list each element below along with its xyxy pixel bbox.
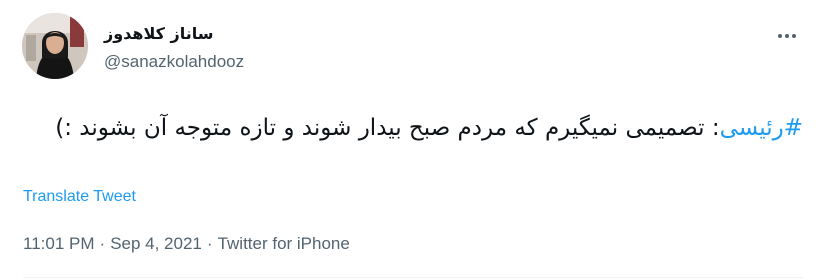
more-dot xyxy=(785,34,789,38)
author-display-name[interactable]: ساناز کلاهدوز xyxy=(104,22,213,46)
author-handle[interactable]: @sanazkolahdooz xyxy=(104,51,244,73)
more-options-icon[interactable] xyxy=(772,26,802,46)
tweet-time[interactable]: 11:01 PM xyxy=(23,234,95,253)
divider xyxy=(23,277,803,278)
more-dot xyxy=(778,34,782,38)
tweet-body: : تصمیمی نمیگیرم که مردم صبح بیدار شوند … xyxy=(55,115,720,141)
tweet-text: #رئیسی: تصمیمی نمیگیرم که مردم صبح بیدار… xyxy=(23,108,803,148)
meta-separator: · xyxy=(206,234,213,253)
tweet-source[interactable]: Twitter for iPhone xyxy=(218,234,350,253)
more-dot xyxy=(792,34,796,38)
translate-tweet-link[interactable]: Translate Tweet xyxy=(23,186,136,208)
tweet-card: ساناز کلاهدوز @sanazkolahdooz #رئیسی: تص… xyxy=(0,0,827,280)
meta-separator: · xyxy=(99,234,106,253)
avatar-photo xyxy=(22,13,88,79)
avatar[interactable] xyxy=(22,13,88,79)
hashtag-link[interactable]: #رئیسی xyxy=(720,115,803,141)
tweet-date[interactable]: Sep 4, 2021 xyxy=(110,234,202,253)
tweet-metadata: 11:01 PM · Sep 4, 2021 · Twitter for iPhone xyxy=(23,232,350,256)
